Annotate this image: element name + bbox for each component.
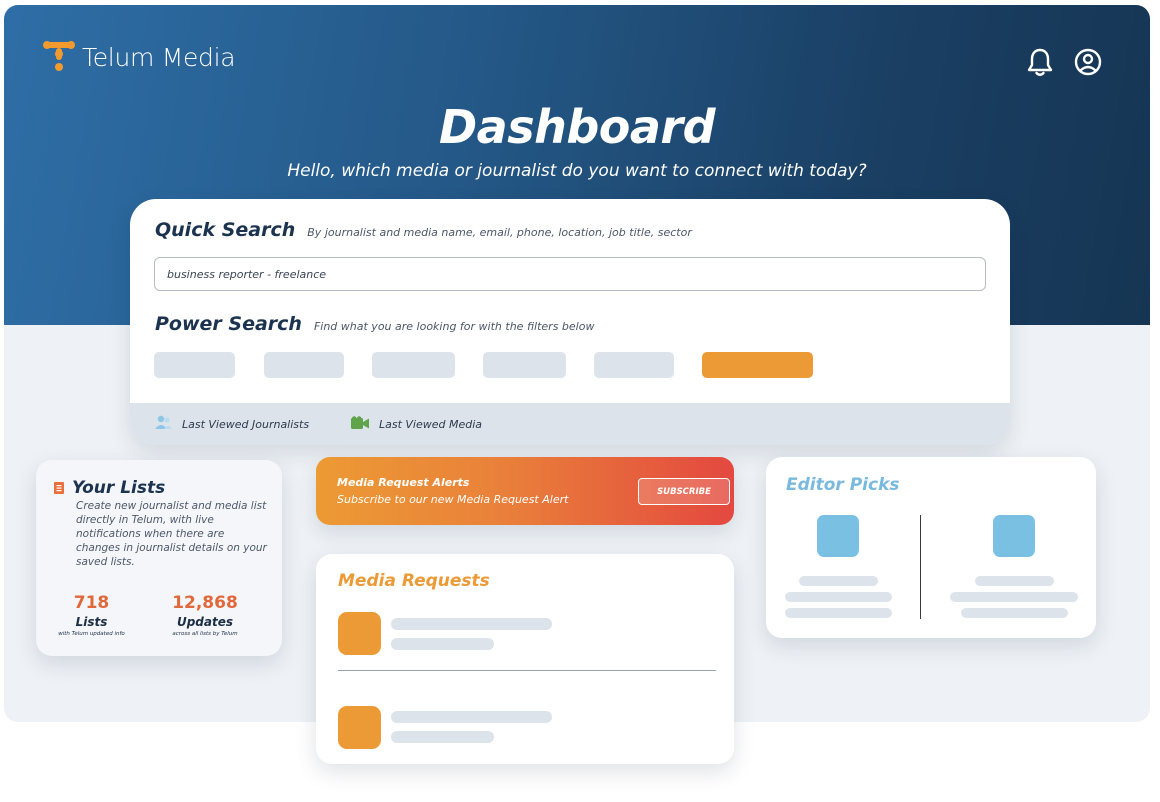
media-requests-title: Media Requests [338,571,490,591]
notifications-bell-icon[interactable] [1025,47,1055,77]
video-camera-icon [351,415,369,434]
your-lists-title: Your Lists [72,478,166,498]
last-viewed-media-label: Last Viewed Media [379,418,483,431]
page-subtitle: Hello, which media or journalist do you … [287,161,867,181]
journalists-icon [155,415,172,434]
search-card: Quick Search By journalist and media nam… [130,199,1010,445]
quick-search-header: Quick Search By journalist and media nam… [155,219,692,241]
last-viewed-journalists-label: Last Viewed Journalists [182,418,310,431]
lists-count-stat: 718 Lists with Telum updated info [54,593,129,637]
stat-value: 718 [73,593,110,613]
filter-button[interactable] [483,352,566,378]
skeleton-line [950,592,1078,602]
editor-pick-thumbnail[interactable] [993,515,1035,557]
quick-search-title: Quick Search [155,219,296,241]
media-request-alerts-banner: Media Request Alerts Subscribe to our ne… [316,457,734,525]
stat-note: across all lists by Telum [172,631,238,637]
power-search-hint: Find what you are looking for with the f… [313,320,595,333]
updates-count-stat: 12,868 Updates across all lists by Telum [165,593,245,637]
stat-note: with Telum updated info [58,631,125,637]
last-viewed-media-link[interactable]: Last Viewed Media [351,415,482,434]
subscribe-button[interactable]: SUBSCRIBE [638,478,730,505]
stat-label: Lists [75,615,108,629]
skeleton-line [961,608,1068,618]
filter-button[interactable] [594,352,674,378]
editor-pick-thumbnail[interactable] [817,515,859,557]
editor-picks-card: Editor Picks [766,457,1096,638]
skeleton-line [391,618,552,630]
media-request-thumbnail[interactable] [338,706,381,749]
your-lists-card[interactable]: Your Lists Create new journalist and med… [36,460,282,656]
your-lists-description: Create new journalist and media list dir… [76,500,267,568]
quick-search-hint: By journalist and media name, email, pho… [307,226,692,239]
skeleton-line [799,576,878,586]
skeleton-line [391,731,494,743]
logo[interactable]: Telum Media [42,40,236,74]
your-lists-header: Your Lists [54,478,165,498]
page-title: Dashboard [438,100,716,154]
filter-button[interactable] [372,352,455,378]
filter-button[interactable] [264,352,344,378]
alerts-title: Media Request Alerts [337,476,470,489]
skeleton-line [785,608,892,618]
media-requests-card: Media Requests [316,554,734,764]
skeleton-line [391,638,494,650]
user-profile-icon[interactable] [1073,47,1103,77]
quick-search-input[interactable] [154,257,986,291]
power-search-header: Power Search Find what you are looking f… [155,313,594,335]
stat-label: Updates [176,615,234,629]
skeleton-line [391,711,552,723]
list-document-icon [54,479,64,498]
alerts-subtitle: Subscribe to our new Media Request Alert [337,493,569,506]
power-search-title: Power Search [155,313,302,335]
filter-button[interactable] [154,352,235,378]
stat-value: 12,868 [172,593,238,613]
editor-picks-title: Editor Picks [786,475,900,495]
skeleton-line [785,592,892,602]
brand-name: Telum Media [82,42,236,72]
media-request-thumbnail[interactable] [338,612,381,655]
recently-viewed-bar: Last Viewed Journalists Last Viewed Medi… [130,403,1010,445]
skeleton-line [975,576,1054,586]
last-viewed-journalists-link[interactable]: Last Viewed Journalists [155,415,309,434]
power-search-submit-button[interactable] [702,352,813,378]
divider [338,670,716,671]
telum-logo-icon [42,40,76,74]
divider [920,515,921,619]
